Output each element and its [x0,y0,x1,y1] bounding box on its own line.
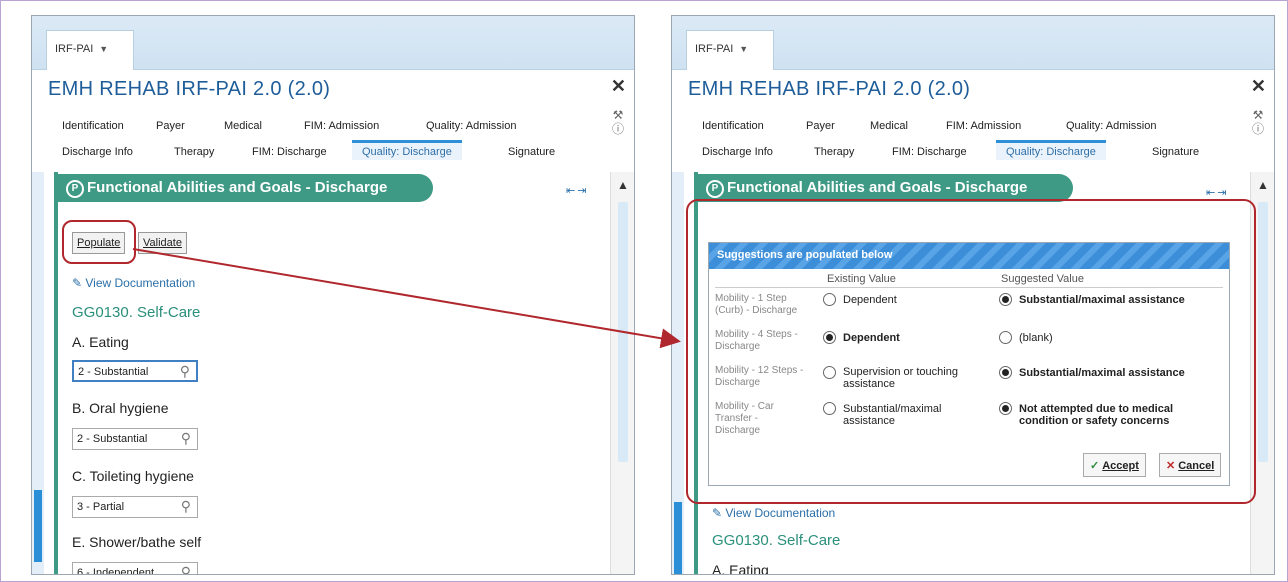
item-label: C. Toileting hygiene [72,468,194,484]
left-panel: IRF-PAI ▼ EMH REHAB IRF-PAI 2.0 (2.0) ✕ ⚒… [31,15,635,575]
tab-strip: IRF-PAI ▼ [672,16,1274,70]
nav-payer[interactable]: Payer [156,120,185,132]
chevron-down-icon[interactable]: ▼ [739,44,748,54]
scroll-thumb[interactable] [618,202,628,462]
gg0130-heading: GG0130. Self-Care [72,304,201,321]
oral-hygiene-lookup[interactable]: 2 - Substantial ⚲ [72,428,198,450]
suggested-radio[interactable] [999,366,1012,379]
suggestions-dialog: Suggestions are populated below Existing… [708,242,1230,486]
nav-payer[interactable]: Payer [806,120,835,132]
nav-fim-admission[interactable]: FIM: Admission [946,120,1021,132]
window-title: EMH REHAB IRF-PAI 2.0 (2.0) [48,78,331,100]
nav-discharge-info[interactable]: Discharge Info [702,146,773,158]
existing-value-header: Existing Value [827,273,896,285]
nav-medical[interactable]: Medical [224,120,262,132]
close-icon: ✕ [1166,460,1176,472]
dialog-header: Suggestions are populated below [709,243,1229,269]
existing-radio[interactable] [823,366,836,379]
suggested-value-header: Suggested Value [1001,273,1084,285]
nav-signature[interactable]: Signature [1152,146,1199,158]
nav-identification[interactable]: Identification [702,120,764,132]
expand-handle[interactable] [34,490,42,562]
item-label: A. Eating [72,334,129,350]
suggested-option: (blank) [1019,332,1053,344]
nav-identification[interactable]: Identification [62,120,124,132]
nav-therapy[interactable]: Therapy [814,146,854,158]
suggested-option: Not attempted due to medical condition o… [1019,403,1174,427]
chevron-up-icon[interactable]: ▲ [617,178,629,192]
prev-next-arrows-icon[interactable]: ⇤⇥ [1206,186,1228,199]
window-title: EMH REHAB IRF-PAI 2.0 (2.0) [688,78,971,100]
side-collapse-bar [672,172,684,574]
tools-icon[interactable]: ⚒ ⓘ [612,108,624,136]
tab-strip: IRF-PAI ▼ [32,16,634,70]
suggested-radio[interactable] [999,331,1012,344]
nav-quality-admission[interactable]: Quality: Admission [426,120,516,132]
close-icon[interactable]: ✕ [1251,76,1266,97]
populate-highlight-ring [62,220,136,264]
accept-button[interactable]: ✓ Accept [1083,453,1146,477]
search-icon[interactable]: ⚲ [181,430,191,447]
row-label: Mobility - 1 Step (Curb) - Discharge [715,293,798,316]
suggested-option: Substantial/maximal assistance [1019,294,1185,306]
nav-signature[interactable]: Signature [508,146,555,158]
expand-handle[interactable] [674,502,682,574]
existing-option: Supervision or touching assistance [843,366,958,390]
suggested-radio[interactable] [999,402,1012,415]
section-header: P Functional Abilities and Goals - Discha… [58,174,433,202]
section-badge-icon: P [66,180,84,198]
view-documentation-link[interactable]: ✎ View Documentation [712,506,835,520]
cancel-button[interactable]: ✕ Cancel [1159,453,1222,477]
suggested-radio[interactable] [999,293,1012,306]
row-label: Mobility - Car Transfer - Discharge [715,401,774,436]
nav-quality-discharge[interactable]: Quality: Discharge [352,140,462,160]
validate-button[interactable]: Validate [138,232,187,254]
existing-option: Substantial/maximal assistance [843,403,942,427]
existing-option: Dependent [843,294,897,306]
nav-discharge-info[interactable]: Discharge Info [62,146,133,158]
nav-fim-discharge[interactable]: FIM: Discharge [892,146,967,158]
item-label: E. Shower/bathe self [72,534,202,550]
search-icon[interactable]: ⚲ [181,498,191,515]
nav-fim-discharge[interactable]: FIM: Discharge [252,146,327,158]
prev-next-arrows-icon[interactable]: ⇤⇥ [566,184,588,197]
section-header: P Functional Abilities and Goals - Discha… [698,174,1073,202]
nav-therapy[interactable]: Therapy [174,146,214,158]
scroll-thumb[interactable] [1258,202,1268,462]
close-icon[interactable]: ✕ [611,76,626,97]
tab-irf-pai[interactable]: IRF-PAI ▼ [686,30,774,70]
search-icon[interactable]: ⚲ [181,564,191,574]
suggested-option: Substantial/maximal assistance [1019,367,1185,379]
item-label: B. Oral hygiene [72,400,169,416]
shower-bathe-lookup[interactable]: 6 - Independent ⚲ [72,562,198,574]
nav-quality-discharge[interactable]: Quality: Discharge [996,140,1106,160]
row-label: Mobility - 4 Steps - Discharge [715,329,798,352]
chevron-up-icon[interactable]: ▲ [1257,178,1269,192]
vertical-scrollbar[interactable]: ▲ [610,172,634,574]
existing-option: Dependent [843,332,900,344]
gg0130-heading: GG0130. Self-Care [712,532,841,549]
tools-icon[interactable]: ⚒ ⓘ [1252,108,1264,136]
nav-fim-admission[interactable]: FIM: Admission [304,120,379,132]
tab-irf-pai[interactable]: IRF-PAI ▼ [46,30,134,70]
existing-radio[interactable] [823,293,836,306]
nav-quality-admission[interactable]: Quality: Admission [1066,120,1156,132]
eating-lookup[interactable]: 2 - Substantial ⚲ [72,360,198,382]
chevron-down-icon[interactable]: ▼ [99,44,108,54]
section-badge-icon: P [706,180,724,198]
item-label: A. Eating [712,562,769,575]
search-icon[interactable]: ⚲ [180,363,190,380]
nav-medical[interactable]: Medical [870,120,908,132]
view-documentation-link[interactable]: ✎ View Documentation [72,276,195,290]
row-label: Mobility - 12 Steps - Discharge [715,365,804,388]
existing-radio[interactable] [823,331,836,344]
toileting-hygiene-lookup[interactable]: 3 - Partial ⚲ [72,496,198,518]
header-divider [715,287,1223,288]
side-collapse-bar [32,172,44,574]
check-icon: ✓ [1090,460,1100,472]
form-content: P Functional Abilities and Goals - Discha… [54,172,602,574]
right-panel: IRF-PAI ▼ EMH REHAB IRF-PAI 2.0 (2.0) ✕ ⚒… [671,15,1275,575]
existing-radio[interactable] [823,402,836,415]
